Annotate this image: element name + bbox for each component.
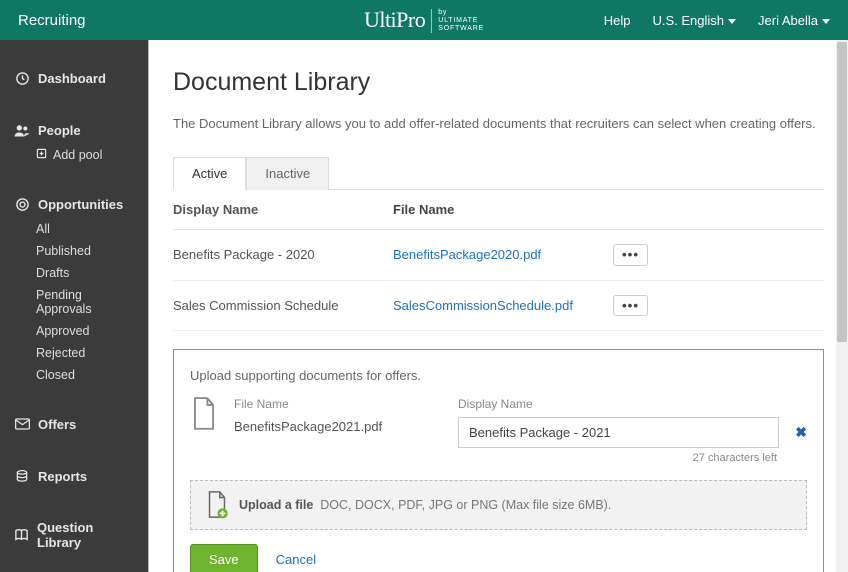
book-icon bbox=[14, 527, 29, 543]
display-name-label: Display Name bbox=[458, 397, 807, 411]
row-display: Benefits Package - 2020 bbox=[173, 247, 393, 262]
table-row: Benefits Package - 2020 BenefitsPackage2… bbox=[173, 230, 824, 280]
sidebar-item-opps-closed[interactable]: Closed bbox=[0, 364, 148, 386]
app-title: Recruiting bbox=[18, 12, 86, 29]
document-icon bbox=[190, 397, 220, 431]
tab-active[interactable]: Active bbox=[173, 157, 246, 190]
chars-left: 27 characters left bbox=[458, 452, 807, 464]
display-name-input[interactable] bbox=[458, 417, 779, 448]
people-icon bbox=[14, 122, 30, 138]
documents-table: Display Name File Name Benefits Package … bbox=[173, 190, 824, 331]
caret-down-icon bbox=[728, 19, 736, 24]
page-description: The Document Library allows you to add o… bbox=[173, 115, 824, 133]
sidebar-item-offers[interactable]: Offers bbox=[0, 410, 148, 438]
upload-panel: Upload supporting documents for offers. … bbox=[173, 349, 824, 572]
sidebar-item-dashboard[interactable]: Dashboard bbox=[0, 64, 148, 92]
row-actions-button[interactable]: ••• bbox=[613, 244, 648, 265]
sidebar-item-opps-published[interactable]: Published bbox=[0, 240, 148, 262]
caret-down-icon bbox=[822, 19, 830, 24]
page-title: Document Library bbox=[173, 68, 824, 97]
row-file-link[interactable]: SalesCommissionSchedule.pdf bbox=[393, 298, 573, 313]
language-dropdown[interactable]: U.S. English bbox=[652, 13, 736, 28]
col-file-name: File Name bbox=[393, 202, 613, 217]
sidebar-item-opps-approved[interactable]: Approved bbox=[0, 320, 148, 342]
logo: UltiPro by ULTIMATE SOFTWARE bbox=[364, 7, 484, 33]
top-bar: Recruiting UltiPro by ULTIMATE SOFTWARE … bbox=[0, 0, 848, 40]
main-content: Document Library The Document Library al… bbox=[149, 40, 848, 572]
sidebar-item-opps-rejected[interactable]: Rejected bbox=[0, 342, 148, 364]
scrollbar[interactable] bbox=[836, 40, 848, 572]
sidebar-item-people[interactable]: People bbox=[0, 116, 148, 144]
upload-file-icon bbox=[205, 491, 229, 519]
target-icon bbox=[14, 196, 30, 212]
plus-square-icon bbox=[36, 148, 47, 159]
remove-file-button[interactable]: ✖ bbox=[795, 424, 807, 441]
help-link[interactable]: Help bbox=[604, 13, 631, 28]
envelope-icon bbox=[14, 416, 30, 432]
upload-description: Upload supporting documents for offers. bbox=[190, 368, 807, 383]
logo-text: UltiPro bbox=[364, 7, 425, 33]
row-file-link[interactable]: BenefitsPackage2020.pdf bbox=[393, 247, 541, 262]
cancel-button[interactable]: Cancel bbox=[276, 552, 316, 567]
row-display: Sales Commission Schedule bbox=[173, 298, 393, 313]
upload-dropzone[interactable]: Upload a file DOC, DOCX, PDF, JPG or PNG… bbox=[190, 480, 807, 530]
user-dropdown[interactable]: Jeri Abella bbox=[758, 13, 830, 28]
table-header: Display Name File Name bbox=[173, 190, 824, 230]
sidebar-item-add-pool[interactable]: Add pool bbox=[0, 144, 148, 166]
file-name-label: File Name bbox=[234, 397, 434, 411]
logo-byline: by ULTIMATE SOFTWARE bbox=[431, 9, 484, 33]
table-row: Sales Commission Schedule SalesCommissio… bbox=[173, 281, 824, 331]
tab-inactive[interactable]: Inactive bbox=[246, 157, 329, 190]
sidebar-item-opportunities[interactable]: Opportunities bbox=[0, 190, 148, 218]
sidebar-item-reports[interactable]: Reports bbox=[0, 462, 148, 490]
sidebar-item-question-library[interactable]: Question Library bbox=[0, 514, 148, 556]
sidebar-item-opps-drafts[interactable]: Drafts bbox=[0, 262, 148, 284]
row-actions-button[interactable]: ••• bbox=[613, 295, 648, 316]
file-name-value: BenefitsPackage2021.pdf bbox=[234, 419, 434, 434]
sidebar-item-opps-all[interactable]: All bbox=[0, 218, 148, 240]
save-button[interactable]: Save bbox=[190, 544, 258, 572]
clock-icon bbox=[14, 70, 30, 86]
sidebar: Dashboard People Add pool Opportunit bbox=[0, 40, 148, 572]
sidebar-item-opps-pending[interactable]: Pending Approvals bbox=[0, 284, 148, 320]
scrollbar-thumb[interactable] bbox=[837, 42, 847, 342]
database-icon bbox=[14, 468, 30, 484]
col-display-name: Display Name bbox=[173, 202, 393, 217]
topbar-right: Help U.S. English Jeri Abella bbox=[604, 13, 830, 28]
tabs: Active Inactive bbox=[173, 157, 824, 190]
